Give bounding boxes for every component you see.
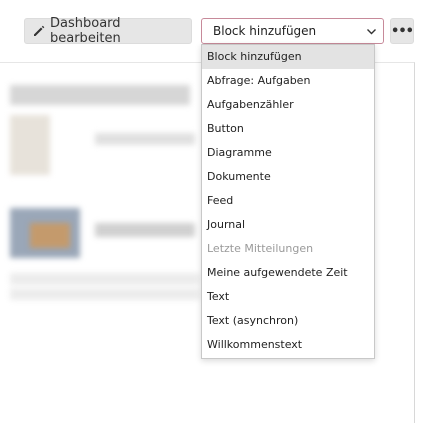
add-block-dropdown-menu: Block hinzufügen Abfrage: Aufgaben Aufgabe… xyxy=(201,44,375,359)
menu-item[interactable]: Meine aufgewendete Zeit xyxy=(202,261,374,285)
menu-item[interactable]: Text (asynchron) xyxy=(202,309,374,333)
menu-item[interactable]: Abfrage: Aufgaben xyxy=(202,69,374,93)
edit-dashboard-button[interactable]: Dashboard bearbeiten xyxy=(24,16,192,46)
menu-item[interactable]: Dokumente xyxy=(202,165,374,189)
menu-item[interactable]: Journal xyxy=(202,213,374,237)
more-dots-icon: ••• xyxy=(391,23,414,39)
menu-item[interactable]: Aufgabenzähler xyxy=(202,93,374,117)
menu-item[interactable]: Diagramme xyxy=(202,141,374,165)
menu-item[interactable]: Text xyxy=(202,285,374,309)
add-block-select-value: Block hinzufügen xyxy=(213,24,317,38)
chevron-down-icon xyxy=(366,26,377,37)
menu-item[interactable]: Feed xyxy=(202,189,374,213)
pencil-icon xyxy=(32,24,46,38)
menu-item[interactable]: Willkommenstext xyxy=(202,333,374,357)
menu-item: Letzte Mitteilungen xyxy=(207,242,314,255)
add-block-select[interactable]: Block hinzufügen xyxy=(201,18,384,44)
menu-item[interactable]: Block hinzufügen xyxy=(202,45,374,69)
edit-dashboard-label: Dashboard bearbeiten xyxy=(50,16,121,46)
more-options-button[interactable]: ••• xyxy=(390,18,414,44)
menu-item[interactable]: Button xyxy=(202,117,374,141)
